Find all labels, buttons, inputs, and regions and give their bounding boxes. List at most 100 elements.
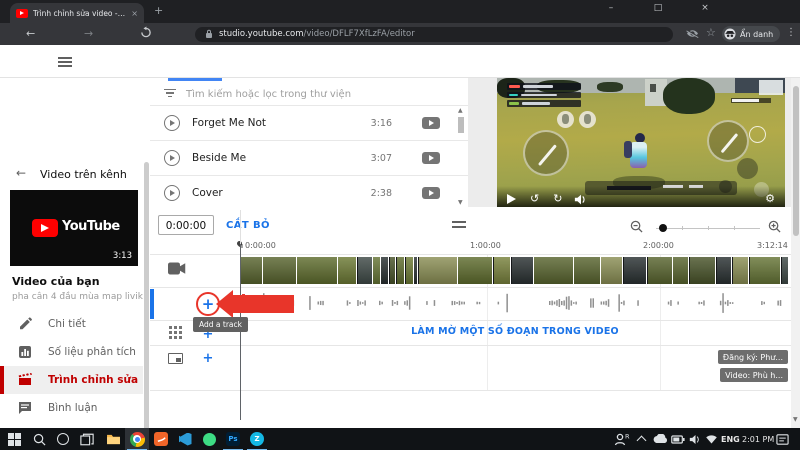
page-scroll-thumb[interactable]: [792, 86, 799, 236]
sidebar-scrollbar[interactable]: [143, 162, 149, 450]
filmstrip[interactable]: [241, 257, 789, 284]
library-scroll-thumb[interactable]: [458, 117, 464, 133]
thumbnail-brand-text: YouTube: [62, 219, 120, 234]
browser-menu-icon[interactable]: ⋮: [786, 27, 796, 38]
forward-button[interactable]: →: [84, 27, 93, 40]
pencil-icon: [18, 317, 32, 331]
endscreen-chip[interactable]: Video: Phù h...: [720, 368, 788, 382]
address-bar[interactable]: studio.youtube.com /video/DFLF7XfLzFA/ed…: [195, 26, 673, 42]
game-crosshair-decor: [749, 126, 766, 143]
windows-logo-icon: [7, 432, 21, 446]
blur-sections-link[interactable]: LÀM MỜ MỘT SỐ ĐOẠN TRONG VIDEO: [241, 326, 789, 337]
language-indicator[interactable]: ENG: [721, 428, 740, 450]
ruler-label: 1:00:00: [470, 241, 501, 250]
incognito-badge[interactable]: Ẩn danh: [722, 26, 781, 42]
hamburger-menu-icon[interactable]: [58, 57, 72, 67]
track-title: Beside Me: [192, 152, 247, 164]
timeline-options-icon[interactable]: [452, 221, 466, 231]
library-track-row[interactable]: Forget Me Not 3:16: [150, 105, 468, 140]
app-button-orange[interactable]: [149, 428, 173, 450]
svg-text:R: R: [625, 433, 630, 441]
playhead-line[interactable]: [240, 244, 241, 420]
player-character: [630, 142, 647, 168]
library-track-row[interactable]: Cover 2:38: [150, 175, 468, 210]
people-tray-button[interactable]: R: [614, 428, 630, 450]
browser-tab[interactable]: Trình chỉnh sửa video - YouTube ×: [10, 3, 144, 23]
window-minimize-button[interactable]: –: [604, 3, 618, 13]
current-time-box[interactable]: 0:00:00: [158, 215, 214, 235]
photoshop-icon: Ps: [226, 432, 240, 446]
rewind-button[interactable]: ↺: [530, 193, 539, 205]
zoom-slider-thumb[interactable]: [659, 224, 667, 232]
sidebar-item-analytics[interactable]: Số liệu phân tích: [0, 338, 143, 366]
audio-track-selected-bar: [150, 289, 154, 319]
file-explorer-button[interactable]: [101, 428, 125, 450]
chrome-taskbar-button[interactable]: [125, 428, 149, 450]
play-circle-icon[interactable]: [164, 115, 180, 131]
endscreen-chip[interactable]: Đăng ký: Phư...: [717, 350, 788, 364]
back-arrow-icon[interactable]: ←: [16, 166, 26, 180]
zoom-slider[interactable]: [656, 224, 760, 232]
hidden-icons-button[interactable]: [636, 428, 647, 450]
add-endscreen-button[interactable]: +: [200, 351, 216, 367]
incognito-spy-icon: [724, 28, 736, 40]
youtube-play-badge-icon[interactable]: [422, 152, 440, 164]
endscreen-track-icon: [168, 353, 183, 364]
play-button[interactable]: [507, 194, 516, 204]
player-settings-button[interactable]: ⚙: [765, 193, 775, 205]
player-controls: ↺ ↻ ⚙: [497, 186, 785, 208]
android-studio-button[interactable]: [197, 428, 221, 450]
library-scrollbar[interactable]: ▲ ▼: [456, 107, 466, 207]
play-circle-icon[interactable]: [164, 185, 180, 201]
battery-tray-icon[interactable]: [671, 428, 685, 450]
scroll-up-icon[interactable]: ▲: [458, 107, 463, 114]
editor-icon: [18, 373, 32, 387]
sidebar-item-comments[interactable]: Bình luận: [0, 394, 143, 422]
taskbar-search-button[interactable]: [27, 428, 51, 450]
action-center-button[interactable]: [776, 428, 789, 450]
sidebar-item-details[interactable]: Chi tiết: [0, 310, 143, 338]
channel-videos-title: Video trên kênh: [40, 168, 127, 181]
folder-icon: [106, 434, 120, 445]
scroll-down-icon[interactable]: ▼: [793, 416, 798, 423]
eye-off-icon[interactable]: [686, 28, 699, 39]
vscode-taskbar-button[interactable]: [173, 428, 197, 450]
language-label: ENG: [721, 434, 740, 444]
messenger-app-button[interactable]: Z: [245, 428, 269, 450]
zoom-out-icon[interactable]: [630, 220, 643, 233]
trim-button[interactable]: CẮT BỎ: [226, 220, 270, 231]
video-preview[interactable]: ↺ ↻ ⚙: [497, 78, 785, 208]
zoom-in-icon[interactable]: [768, 220, 781, 233]
scroll-down-icon[interactable]: ▼: [458, 199, 463, 206]
video-thumbnail[interactable]: YouTube 3:13: [10, 190, 138, 266]
video-subtitle: pha cân 4 đầu mùa map livik: [12, 292, 143, 302]
task-view-button[interactable]: [75, 428, 99, 450]
ruler-label: 2:00:00: [643, 241, 674, 250]
forward-button[interactable]: ↻: [553, 193, 562, 205]
new-tab-button[interactable]: +: [154, 4, 163, 17]
bookmark-star-icon[interactable]: ☆: [706, 26, 716, 39]
start-button[interactable]: [2, 428, 26, 450]
reload-button[interactable]: [140, 26, 152, 39]
library-track-row[interactable]: Beside Me 3:07: [150, 140, 468, 175]
onedrive-tray-icon[interactable]: [652, 428, 668, 450]
ruler-label: 0:00:00: [245, 241, 276, 250]
sidebar-item-editor[interactable]: Trình chỉnh sửa: [0, 366, 143, 394]
game-action-button-decor: [737, 158, 758, 179]
youtube-play-badge-icon[interactable]: [422, 117, 440, 129]
window-close-button[interactable]: ×: [698, 3, 712, 13]
back-button[interactable]: ←: [26, 27, 35, 40]
photoshop-taskbar-button[interactable]: Ps: [221, 428, 245, 450]
page-scrollbar[interactable]: ▼: [791, 78, 800, 428]
youtube-play-badge-icon[interactable]: [422, 187, 440, 199]
clock[interactable]: 2:01 PM: [742, 428, 774, 450]
cortana-button[interactable]: [51, 428, 75, 450]
play-circle-icon[interactable]: [164, 150, 180, 166]
volume-tray-icon[interactable]: [689, 428, 702, 450]
library-filter-input[interactable]: Tìm kiếm hoặc lọc trong thư viện: [150, 83, 468, 105]
window-maximize-button[interactable]: □: [651, 3, 665, 13]
tab-close-icon[interactable]: ×: [131, 9, 138, 18]
network-tray-icon[interactable]: [705, 428, 718, 450]
volume-button[interactable]: [574, 194, 588, 205]
android-icon: [202, 432, 216, 446]
